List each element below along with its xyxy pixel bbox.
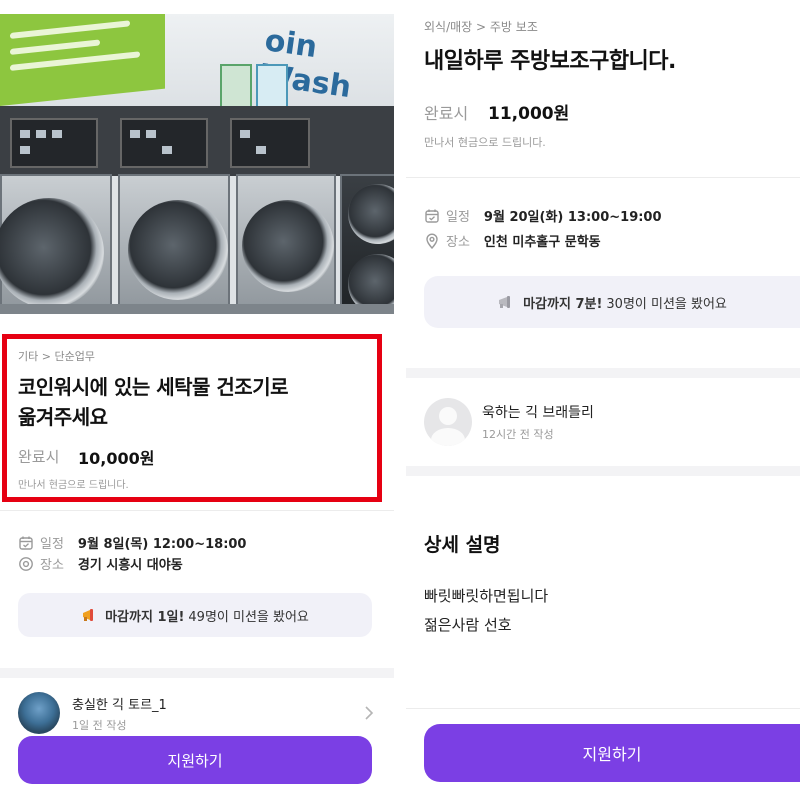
author-row[interactable]: 충실한 긱 토르_1 1일 전 작성: [18, 692, 374, 734]
apply-button[interactable]: 지원하기: [18, 736, 372, 784]
schedule-row: 일정 9월 8일(목) 12:00~18:00: [18, 533, 246, 552]
post-title-line1: 코인워시에 있는 세탁물 건조기로: [18, 375, 289, 399]
avatar-placeholder-icon: [424, 398, 472, 446]
deadline-bold: 마감까지 7분!: [523, 296, 603, 312]
avatar: [18, 692, 60, 734]
author-name: 충실한 긱 토르_1: [72, 697, 167, 713]
reward-note: 만나서 현금으로 드립니다.: [18, 480, 129, 491]
calendar-icon: [18, 535, 34, 551]
schedule-value: 9월 20일(화) 13:00~19:00: [483, 210, 662, 225]
schedule-label: 일정: [446, 210, 470, 225]
breadcrumb: 기타 > 단순업무: [18, 350, 95, 363]
author-time: 1일 전 작성: [72, 718, 127, 732]
location-pin-icon: [18, 556, 34, 572]
breadcrumb: 외식/매장 > 주방 보조: [424, 20, 538, 34]
apply-button[interactable]: 지원하기: [424, 724, 800, 782]
deadline-text: 49명이 미션을 봤어요: [188, 609, 309, 625]
author-name: 욱하는 긱 브래들리: [482, 405, 594, 421]
description-line2: 젊은사람 선호: [424, 616, 512, 634]
author-row[interactable]: 욱하는 긱 브래들리 12시간 전 작성: [424, 398, 780, 446]
deadline-notice: 마감까지 7분! 30명이 미션을 봤어요: [424, 276, 800, 328]
location-pin-icon: [424, 233, 440, 249]
deadline-bold: 마감까지 1일!: [105, 609, 185, 625]
megaphone-icon: [497, 294, 517, 310]
schedule-value: 9월 8일(목) 12:00~18:00: [77, 537, 247, 552]
reward-label: 완료시: [424, 104, 469, 123]
post-title-line2: 옮겨주세요: [18, 405, 108, 429]
deadline-notice: 마감까지 1일! 49명이 미션을 봤어요: [18, 593, 372, 637]
post-title: 내일하루 주방보조구합니다.: [424, 49, 676, 74]
place-label: 장소: [446, 235, 470, 250]
calendar-icon: [424, 208, 440, 224]
right-screen: 외식/매장 > 주방 보조 내일하루 주방보조구합니다. 완료시 11,000원…: [406, 0, 800, 800]
schedule-row: 일정 9월 20일(화) 13:00~19:00: [424, 206, 662, 225]
reward-note: 만나서 현금으로 드립니다.: [424, 136, 546, 149]
schedule-label: 일정: [40, 537, 64, 552]
description-line1: 빠릿빠릿하면됩니다: [424, 587, 549, 605]
section-title: 상세 설명: [424, 534, 501, 556]
reward-label: 완료시: [18, 448, 60, 466]
reward-amount: 10,000원: [78, 449, 155, 468]
megaphone-icon: [81, 607, 99, 623]
laundromat-photo: oin Wash: [0, 14, 394, 314]
place-label: 장소: [40, 558, 64, 573]
deadline-text: 30명이 미션을 봤어요: [606, 296, 727, 312]
author-time: 12시간 전 작성: [482, 428, 554, 441]
place-row: 장소 인천 미추홀구 문학동: [424, 231, 601, 250]
left-screen: oin Wash 기타 > 단순업무 코인워시에 있는 세탁물 건조기로 옮겨주…: [0, 0, 394, 800]
chevron-right-icon: [364, 705, 374, 721]
place-row: 장소 경기 시흥시 대야동: [18, 554, 183, 573]
place-value: 인천 미추홀구 문학동: [483, 235, 601, 250]
reward-amount: 11,000원: [488, 104, 570, 124]
place-value: 경기 시흥시 대야동: [77, 558, 183, 573]
